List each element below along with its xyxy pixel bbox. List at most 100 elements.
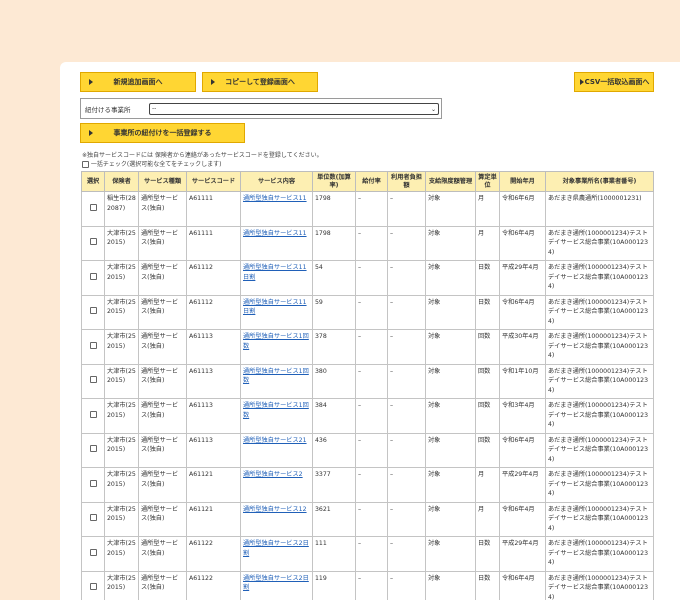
- calc-unit-cell: 月: [475, 467, 500, 503]
- user-burden-cell: –: [387, 467, 426, 503]
- limit-management-cell: 対象: [425, 398, 476, 434]
- service-content-link[interactable]: 通所型独自サービス12: [243, 506, 307, 513]
- limit-management-cell: 対象: [425, 432, 476, 468]
- target-office-cell: あだまき通所(1000001234)テストデイサービス総合事業(10A00012…: [545, 536, 654, 572]
- check-all-row: 一括チェック(選択可能な全てをチェックします): [82, 159, 222, 168]
- limit-management-cell: 対象: [425, 536, 476, 572]
- service-content-link[interactable]: 通所型独自サービス11: [243, 195, 307, 202]
- target-office-cell: あだまき通所(1000001234)テストデイサービス総合事業(10A00012…: [545, 294, 654, 330]
- arrow-right-icon: [211, 79, 215, 85]
- calc-unit-cell-text: 日数: [478, 298, 491, 306]
- row-checkbox[interactable]: [89, 376, 97, 383]
- limit-management-cell-text: 対象: [428, 471, 441, 478]
- service-content-cell: 通所型独自サービス1回数: [240, 329, 313, 365]
- service-content-link[interactable]: 通所型独自サービス11日割: [243, 264, 307, 281]
- units-cell: 119: [312, 570, 356, 600]
- row-checkbox[interactable]: [89, 445, 97, 452]
- table-row: 大津市(252015) 通所型サービス(独自) A61113 通所型独自サービス1回数…: [81, 363, 654, 399]
- select-cell: [81, 191, 105, 227]
- insurer-cell-text: 大津市(252015): [107, 436, 136, 454]
- row-checkbox[interactable]: [89, 203, 97, 211]
- service-content-link[interactable]: 通所型独自サービス21: [243, 437, 307, 444]
- row-checkbox[interactable]: [89, 272, 97, 280]
- service-content-link[interactable]: 通所型独自サービス1回数: [243, 368, 309, 385]
- target-office-cell: あだまき通所(1000001234)テストデイサービス総合事業(10A00012…: [545, 467, 654, 503]
- calc-unit-cell-text: 月: [478, 229, 485, 237]
- table-row: 大津市(252015) 通所型サービス(独自) A61112 通所型独自サービス11日…: [81, 294, 654, 330]
- units-cell-text: 119: [315, 574, 327, 582]
- start-month-cell: 平成29年4月: [499, 467, 546, 503]
- header-cell: 利用者負担額: [387, 171, 426, 192]
- service-type-cell: 通所型サービス(独自): [138, 536, 187, 572]
- service-content-link[interactable]: 通所型独自サービス2: [243, 471, 303, 478]
- calc-unit-cell: 回数: [475, 329, 500, 365]
- calc-unit-cell-text: 回数: [478, 367, 491, 375]
- limit-management-cell-text: 対象: [428, 505, 441, 513]
- row-checkbox[interactable]: [89, 548, 97, 556]
- service-content-link[interactable]: 通所型独自サービス1回数: [243, 333, 309, 350]
- copy-register-button[interactable]: コピーして登録画面へ: [202, 72, 318, 92]
- calc-unit-cell: 日数: [475, 536, 500, 572]
- service-type-cell-text: 通所型サービス(独自): [141, 471, 179, 488]
- service-content-link[interactable]: 通所型独自サービス11日割: [243, 299, 307, 316]
- benefit-rate-cell: –: [355, 294, 388, 330]
- insurer-cell: 稲生市(282087): [104, 191, 139, 227]
- service-content-link[interactable]: 通所型独自サービス2日割: [243, 575, 309, 592]
- service-code-cell-text: A61113: [189, 367, 213, 375]
- service-code-cell: A61121: [186, 467, 241, 503]
- service-type-cell-text: 通所型サービス(独自): [141, 505, 179, 523]
- service-code-cell-text: A61113: [189, 436, 213, 444]
- row-checkbox[interactable]: [89, 238, 97, 245]
- row-checkbox[interactable]: [89, 479, 97, 487]
- new-entry-button[interactable]: 新規追加画面へ: [80, 72, 196, 92]
- limit-management-cell: 対象: [425, 260, 476, 296]
- benefit-rate-cell: –: [355, 260, 388, 296]
- select-cell: [81, 432, 105, 468]
- row-checkbox[interactable]: [89, 514, 97, 521]
- row-checkbox[interactable]: [89, 410, 97, 418]
- service-type-cell: 通所型サービス(独自): [138, 294, 187, 330]
- start-month-cell: 令和6年4月: [499, 570, 546, 600]
- insurer-cell-text: 大津市(252015): [107, 471, 136, 488]
- start-month-cell-text: 令和3年4月: [502, 402, 535, 409]
- target-office-cell-text: あだまき通所(1000001234)テストデイサービス総合事業(10A00012…: [548, 505, 649, 532]
- service-type-cell-text: 通所型サービス(独自): [141, 229, 179, 247]
- service-code-cell: A61111: [186, 191, 241, 227]
- target-office-cell: あだまき通所(1000001234)テストデイサービス総合事業(10A00012…: [545, 329, 654, 365]
- select-cell: [81, 467, 105, 503]
- service-content-link[interactable]: 通所型独自サービス2日割: [243, 540, 309, 557]
- csv-import-button[interactable]: CSV一括取込画面へ: [574, 72, 654, 92]
- calc-unit-cell: 回数: [475, 432, 500, 468]
- service-code-cell: A61111: [186, 225, 241, 261]
- calc-unit-cell: 日数: [475, 260, 500, 296]
- insurer-cell: 大津市(252015): [104, 294, 139, 330]
- units-cell-text: 111: [315, 540, 327, 547]
- office-select[interactable]: -- ⌄: [149, 103, 439, 115]
- calc-unit-cell: 月: [475, 191, 500, 227]
- start-month-cell: 平成29年4月: [499, 260, 546, 296]
- user-burden-cell: –: [387, 260, 426, 296]
- table-row: 大津市(252015) 通所型サービス(独自) A61122 通所型独自サービス2日割…: [81, 536, 654, 572]
- service-code-cell-text: A61112: [189, 264, 213, 271]
- benefit-rate-cell: –: [355, 225, 388, 261]
- select-cell: [81, 398, 105, 434]
- select-cell: [81, 363, 105, 399]
- benefit-rate-cell: –: [355, 363, 388, 399]
- row-checkbox[interactable]: [89, 307, 97, 314]
- start-month-cell-text: 令和6年4月: [502, 298, 535, 306]
- service-content-link[interactable]: 通所型独自サービス11: [243, 230, 307, 237]
- row-checkbox[interactable]: [89, 341, 97, 349]
- benefit-rate-cell-text: –: [358, 264, 362, 271]
- user-burden-cell-text: –: [390, 505, 394, 513]
- office-select-row: 紐付ける事業所 -- ⌄: [80, 98, 442, 119]
- service-type-cell: 通所型サービス(独自): [138, 225, 187, 261]
- check-all-checkbox[interactable]: [82, 161, 89, 168]
- row-checkbox[interactable]: [89, 583, 97, 590]
- insurer-cell-text: 大津市(252015): [107, 333, 136, 350]
- bulk-link-button[interactable]: 事業所の紐付けを一括登録する: [80, 123, 245, 143]
- table-row: 大津市(252015) 通所型サービス(独自) A61113 通所型独自サービス1回数…: [81, 329, 654, 365]
- service-content-link[interactable]: 通所型独自サービス1回数: [243, 402, 309, 419]
- arrow-right-icon: [89, 79, 93, 85]
- select-cell: [81, 329, 105, 365]
- user-burden-cell-text: –: [390, 574, 394, 582]
